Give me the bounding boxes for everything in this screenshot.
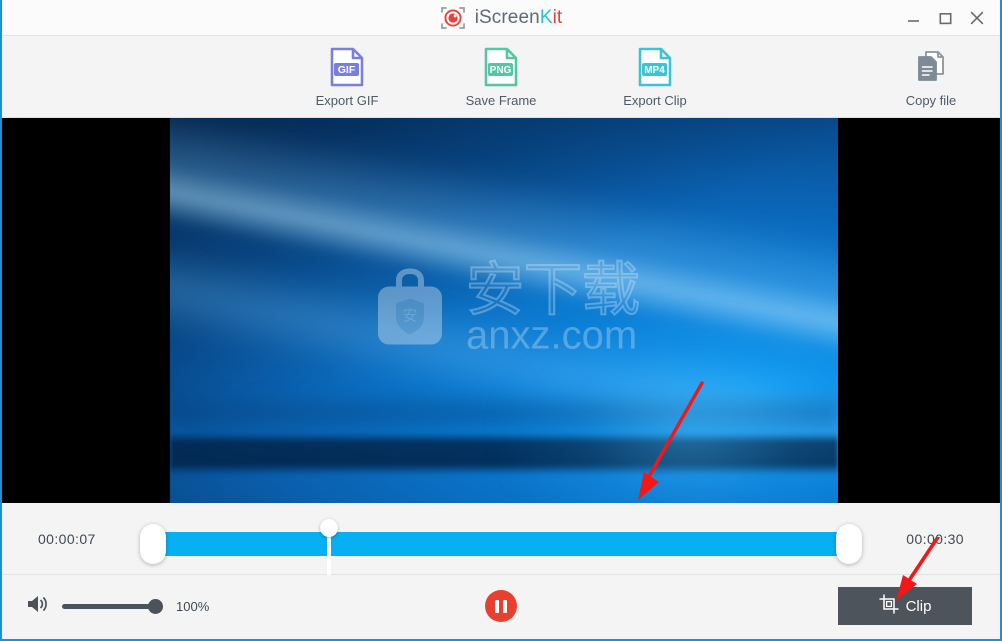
watermark-text: 安下载 anxz.com	[465, 255, 641, 358]
svg-text:MP4: MP4	[644, 65, 665, 76]
minimize-button[interactable]	[898, 4, 928, 32]
app-title-part3: it	[552, 6, 563, 28]
timeline-track[interactable]	[140, 518, 862, 577]
watermark-cn-text: 安下载	[465, 255, 641, 324]
watermark: 安 安下载 anxz.com	[368, 255, 641, 358]
volume-percent-label: 100%	[176, 598, 210, 614]
playback-controls: 100% Clip	[2, 537, 1000, 637]
clip-button[interactable]: Clip	[838, 587, 972, 625]
close-button[interactable]	[962, 4, 992, 32]
export-clip-label: Export Clip	[623, 92, 687, 108]
pause-icon-bar-left	[495, 599, 499, 613]
copy-file-button[interactable]: Copy file	[888, 45, 974, 108]
bag-shield-icon: 安	[368, 260, 452, 357]
volume-slider-knob[interactable]	[148, 598, 163, 614]
svg-text:PNG: PNG	[490, 65, 512, 76]
trim-handle-end[interactable]	[836, 523, 862, 564]
timeline-selection-range[interactable]	[152, 531, 850, 556]
svg-text:GIF: GIF	[338, 64, 356, 76]
app-title-part2: K	[539, 6, 553, 28]
save-frame-button[interactable]: PNG Save Frame	[455, 46, 547, 108]
app-title-part1: iScreen	[474, 6, 540, 28]
copy-file-label: Copy file	[905, 93, 957, 108]
speaker-volume-icon[interactable]	[26, 593, 50, 620]
svg-text:安: 安	[402, 307, 417, 324]
watermark-site-text: anxz.com	[465, 313, 638, 358]
maximize-button[interactable]	[930, 4, 960, 32]
video-stage[interactable]: 安 安下载 anxz.com	[2, 118, 1000, 503]
toolbar-actions: GIF Export GIF PNG Save Frame MP4 Export…	[301, 46, 701, 108]
volume-control: 100%	[26, 593, 209, 620]
title-bar: iScreenKit	[2, 0, 1000, 36]
playhead-marker[interactable]	[320, 518, 338, 577]
app-window: iScreenKit GIF Export GIF PNG Save Frame…	[0, 0, 1002, 641]
trim-handle-start[interactable]	[140, 523, 166, 564]
clip-button-label: Clip	[905, 597, 932, 615]
pause-button[interactable]	[485, 590, 517, 622]
gif-file-icon: GIF	[325, 46, 369, 88]
export-clip-button[interactable]: MP4 Export Clip	[609, 46, 701, 108]
save-frame-label: Save Frame	[465, 92, 537, 108]
app-title: iScreenKit	[475, 7, 563, 29]
mp4-file-icon: MP4	[633, 46, 677, 88]
toolbar: GIF Export GIF PNG Save Frame MP4 Export…	[2, 36, 1000, 118]
png-file-icon: PNG	[479, 46, 523, 88]
video-frame[interactable]: 安 安下载 anxz.com	[170, 118, 838, 503]
end-time-label: 00:00:30	[906, 530, 964, 547]
copy-file-icon	[915, 45, 947, 87]
export-gif-label: Export GIF	[315, 92, 379, 108]
target-camera-icon	[440, 5, 466, 31]
window-controls	[898, 0, 992, 36]
timeline-row: 00:00:07 00:00:30	[2, 503, 1000, 577]
pause-icon-bar-right	[503, 599, 507, 613]
volume-slider[interactable]	[62, 598, 163, 614]
export-gif-button[interactable]: GIF Export GIF	[301, 46, 393, 108]
start-time-label: 00:00:07	[38, 530, 96, 547]
app-brand: iScreenKit	[440, 5, 563, 31]
playhead-head	[320, 518, 338, 537]
crop-clip-icon	[878, 593, 899, 619]
